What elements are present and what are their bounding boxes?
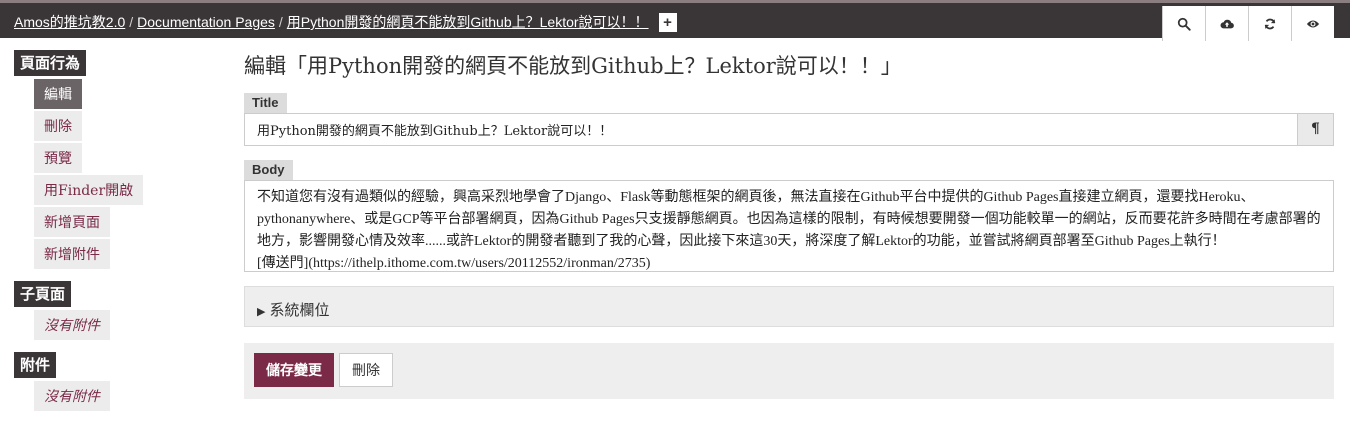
- page-actions-heading: 頁面行為: [14, 50, 87, 76]
- sidebar-item-add-page[interactable]: 新增頁面: [34, 207, 110, 237]
- subpages-group: 子頁面 沒有附件: [14, 281, 214, 342]
- refresh-button[interactable]: [1248, 6, 1291, 41]
- main-content: 編輯「用Python開發的網頁不能放到Github上？Lektor說可以！！」 …: [244, 50, 1334, 399]
- attachments-group: 附件 沒有附件: [14, 352, 214, 413]
- body-textarea[interactable]: 不知道您有沒有過類似的經驗，興高采烈地學會了Django、Flask等動態框架的…: [244, 180, 1334, 272]
- top-bar: Amos的推坑教2.0 / Documentation Pages / 用Pyt…: [0, 0, 1350, 41]
- publish-button[interactable]: [1205, 6, 1248, 41]
- subpages-empty-text: 沒有附件: [34, 310, 110, 340]
- preview-button[interactable]: [1291, 6, 1334, 41]
- breadcrumb-separator: /: [129, 14, 134, 30]
- eye-icon: [1306, 20, 1320, 27]
- sidebar-item-delete[interactable]: 刪除: [34, 111, 82, 141]
- pilcrow-toggle-button[interactable]: ¶: [1297, 114, 1333, 145]
- title-field-label: Title: [244, 93, 287, 113]
- toolbar: [1162, 6, 1334, 41]
- sidebar-item-add-attachment[interactable]: 新增附件: [34, 239, 110, 269]
- search-icon: [1177, 17, 1191, 31]
- system-fields-label: 系統欄位: [269, 301, 330, 319]
- sidebar-item-open-in-finder[interactable]: 用Finder開啟: [34, 175, 144, 205]
- title-field: ¶: [244, 113, 1334, 146]
- triangle-right-icon: ▶: [257, 305, 266, 318]
- save-button[interactable]: 儲存變更: [254, 353, 334, 387]
- delete-button[interactable]: 刪除: [339, 353, 393, 387]
- breadcrumb: Amos的推坑教2.0 / Documentation Pages / 用Pyt…: [14, 12, 677, 32]
- system-fields-toggle[interactable]: ▶ 系統欄位: [244, 286, 1334, 327]
- sidebar: 頁面行為 編輯 刪除 預覽 用Finder開啟 新增頁面 新增附件 子頁面 沒有…: [14, 50, 214, 423]
- cloud-upload-icon: [1220, 19, 1234, 28]
- form-actions: 儲存變更 刪除: [244, 343, 1334, 399]
- breadcrumb-current-link[interactable]: 用Python開發的網頁不能放到Github上？Lektor說可以！！: [287, 12, 649, 32]
- body-field-group: Body 不知道您有沒有過類似的經驗，興高采烈地學會了Django、Flask等…: [244, 160, 1334, 272]
- breadcrumb-root-link[interactable]: Amos的推坑教2.0: [14, 12, 125, 32]
- breadcrumb-section-link[interactable]: Documentation Pages: [137, 14, 275, 30]
- sidebar-item-edit[interactable]: 編輯: [34, 79, 82, 109]
- title-input[interactable]: [245, 114, 1299, 145]
- breadcrumb-separator: /: [278, 14, 283, 30]
- title-field-group: Title ¶: [244, 93, 1334, 146]
- subpages-heading: 子頁面: [14, 281, 72, 307]
- search-button[interactable]: [1162, 6, 1205, 41]
- body-field-label: Body: [244, 160, 293, 180]
- attachments-heading: 附件: [14, 352, 57, 378]
- add-child-button[interactable]: +: [658, 12, 677, 32]
- attachments-empty-text: 沒有附件: [34, 381, 110, 411]
- refresh-icon: [1264, 18, 1276, 29]
- page-actions-group: 頁面行為 編輯 刪除 預覽 用Finder開啟 新增頁面 新增附件: [14, 50, 214, 271]
- sidebar-item-preview[interactable]: 預覽: [34, 143, 82, 173]
- page-title: 編輯「用Python開發的網頁不能放到Github上？Lektor說可以！！」: [244, 54, 902, 78]
